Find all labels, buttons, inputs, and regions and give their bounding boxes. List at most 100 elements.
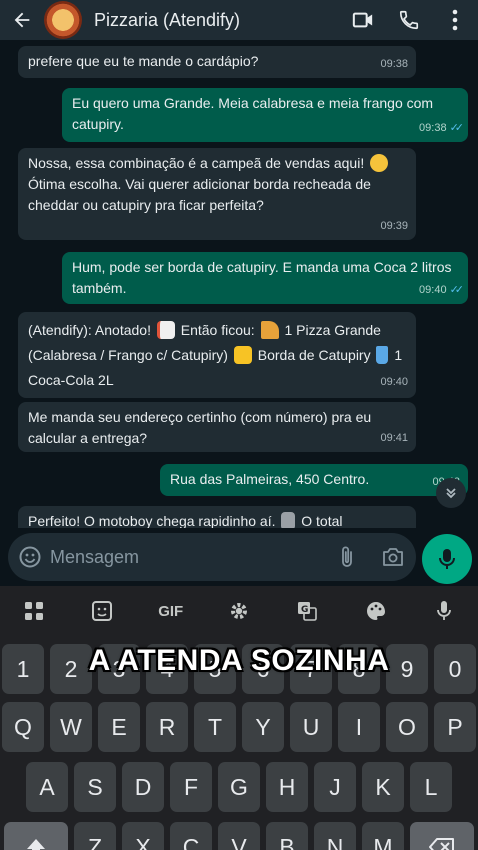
- key[interactable]: G: [218, 762, 260, 812]
- key[interactable]: Q: [2, 702, 44, 752]
- key[interactable]: L: [410, 762, 452, 812]
- message-outgoing[interactable]: Eu quero uma Grande. Meia calabresa e me…: [62, 88, 468, 142]
- message-text: Então ficou:: [180, 322, 255, 338]
- video-call-button[interactable]: [340, 0, 386, 40]
- arrow-left-icon: [14, 12, 30, 28]
- key[interactable]: B: [266, 822, 308, 850]
- key[interactable]: T: [194, 702, 236, 752]
- message-input[interactable]: [50, 546, 324, 568]
- back-button[interactable]: [0, 0, 44, 40]
- key[interactable]: W: [50, 702, 92, 752]
- message-text: O total: [301, 513, 343, 528]
- message-text: Borda de Catupiry: [257, 347, 371, 363]
- message-body: Nossa, essa combinação é a campeã de ven…: [28, 153, 406, 216]
- voice-message-button[interactable]: [422, 534, 472, 584]
- emoji-button[interactable]: [10, 545, 50, 569]
- backspace-icon: [429, 838, 454, 850]
- message-body: Perfeito! O motoboy chega rapidinho aí. …: [28, 511, 406, 528]
- shift-key[interactable]: [4, 822, 68, 850]
- camera-button[interactable]: [370, 546, 416, 568]
- message-time: 09:40: [419, 284, 447, 296]
- message-incoming[interactable]: (Atendify): Anotado! Então ficou: 1 Pizz…: [18, 312, 416, 398]
- key[interactable]: O: [386, 702, 428, 752]
- voice-call-button[interactable]: [386, 0, 432, 40]
- keyboard-row-middle: A S D F G H J K L: [0, 762, 478, 812]
- double-check-icon: ✓✓: [449, 284, 465, 296]
- key[interactable]: X: [122, 822, 164, 850]
- sticker-smile-icon: [19, 546, 41, 568]
- key[interactable]: R: [146, 702, 188, 752]
- message-time: 09:38: [380, 58, 408, 70]
- message-text: Ótima escolha. Vai querer adicionar bord…: [28, 176, 371, 213]
- camera-icon: [383, 548, 403, 566]
- theme-button[interactable]: [352, 591, 400, 631]
- key[interactable]: C: [170, 822, 212, 850]
- message-time: 09:39: [380, 220, 408, 232]
- message-time: 09:41: [380, 432, 408, 444]
- key[interactable]: N: [314, 822, 356, 850]
- key[interactable]: Y: [242, 702, 284, 752]
- avatar[interactable]: [44, 1, 82, 39]
- message-text: Me manda seu endereço certinho (com núme…: [28, 409, 372, 446]
- message-incoming[interactable]: prefere que eu te mande o cardápio? 09:3…: [18, 46, 416, 78]
- video-camera-icon: [352, 12, 373, 28]
- key[interactable]: K: [362, 762, 404, 812]
- message-meta: 09:40 ✓✓: [419, 280, 465, 301]
- scroll-to-bottom-button[interactable]: [436, 478, 466, 508]
- message-incoming[interactable]: Me manda seu endereço certinho (com núme…: [18, 402, 416, 452]
- key[interactable]: H: [266, 762, 308, 812]
- key[interactable]: F: [170, 762, 212, 812]
- cup-emoji-icon: [376, 346, 389, 364]
- sticker-icon: [92, 601, 113, 621]
- keyboard-mic-button[interactable]: [420, 591, 468, 631]
- double-check-icon: ✓✓: [449, 122, 465, 134]
- settings-button[interactable]: [215, 591, 263, 631]
- apps-grid-button[interactable]: [10, 591, 58, 631]
- key[interactable]: P: [434, 702, 476, 752]
- gif-button[interactable]: GIF: [147, 591, 195, 631]
- message-incoming[interactable]: Perfeito! O motoboy chega rapidinho aí. …: [18, 506, 416, 528]
- key[interactable]: M: [362, 822, 404, 850]
- key[interactable]: Z: [74, 822, 116, 850]
- key[interactable]: S: [74, 762, 116, 812]
- key[interactable]: D: [122, 762, 164, 812]
- translate-button[interactable]: G: [283, 591, 331, 631]
- key[interactable]: A: [26, 762, 68, 812]
- double-chevron-down-icon: [446, 488, 456, 499]
- chat-header: Pizzaria (Atendify): [0, 0, 478, 40]
- translate-icon: G: [298, 602, 318, 621]
- message-field[interactable]: [8, 533, 416, 581]
- backspace-key[interactable]: [410, 822, 474, 850]
- key[interactable]: J: [314, 762, 356, 812]
- message-text: prefere que eu te mande o cardápio?: [28, 53, 259, 69]
- whatsapp-chat-screen: Pizzaria (Atendify) prefere que eu te ma…: [0, 0, 478, 850]
- cheese-emoji-icon: [233, 346, 252, 364]
- video-caption-overlay: A ATENDA SOZINHA: [88, 644, 390, 677]
- message-text: Nossa, essa combinação é a campeã de ven…: [28, 155, 365, 171]
- message-text: (Atendify): Anotado!: [28, 322, 151, 338]
- key[interactable]: U: [290, 702, 332, 752]
- smiling-face-emoji-icon: [370, 154, 389, 172]
- key[interactable]: E: [98, 702, 140, 752]
- menu-button[interactable]: [432, 0, 478, 40]
- message-meta: 09:38 ✓✓: [419, 118, 465, 139]
- microphone-icon: [436, 601, 451, 620]
- sticker-button[interactable]: [78, 591, 126, 631]
- compose-bar: [0, 528, 478, 586]
- message-list[interactable]: prefere que eu te mande o cardápio? 09:3…: [0, 40, 478, 528]
- message-incoming[interactable]: Nossa, essa combinação é a campeã de ven…: [18, 148, 416, 240]
- contact-name[interactable]: Pizzaria (Atendify): [94, 10, 340, 31]
- key[interactable]: V: [218, 822, 260, 850]
- keyboard-row-top: Q W E R T Y U I O P: [0, 702, 478, 752]
- pizza-emoji-icon: [260, 321, 279, 339]
- svg-text:G: G: [301, 605, 308, 615]
- key[interactable]: I: [338, 702, 380, 752]
- attach-button[interactable]: [324, 545, 370, 569]
- keyboard-row-bottom: Z X C V B N M: [0, 822, 478, 850]
- message-outgoing[interactable]: Hum, pode ser borda de catupiry. E manda…: [62, 252, 468, 304]
- phone-icon: [399, 10, 419, 30]
- message-outgoing[interactable]: Rua das Palmeiras, 450 Centro. 09:43: [160, 464, 468, 496]
- message-text: Perfeito! O motoboy chega rapidinho aí.: [28, 513, 276, 528]
- microphone-icon: [439, 549, 455, 569]
- message-body: (Atendify): Anotado! Então ficou: 1 Pizz…: [28, 318, 406, 393]
